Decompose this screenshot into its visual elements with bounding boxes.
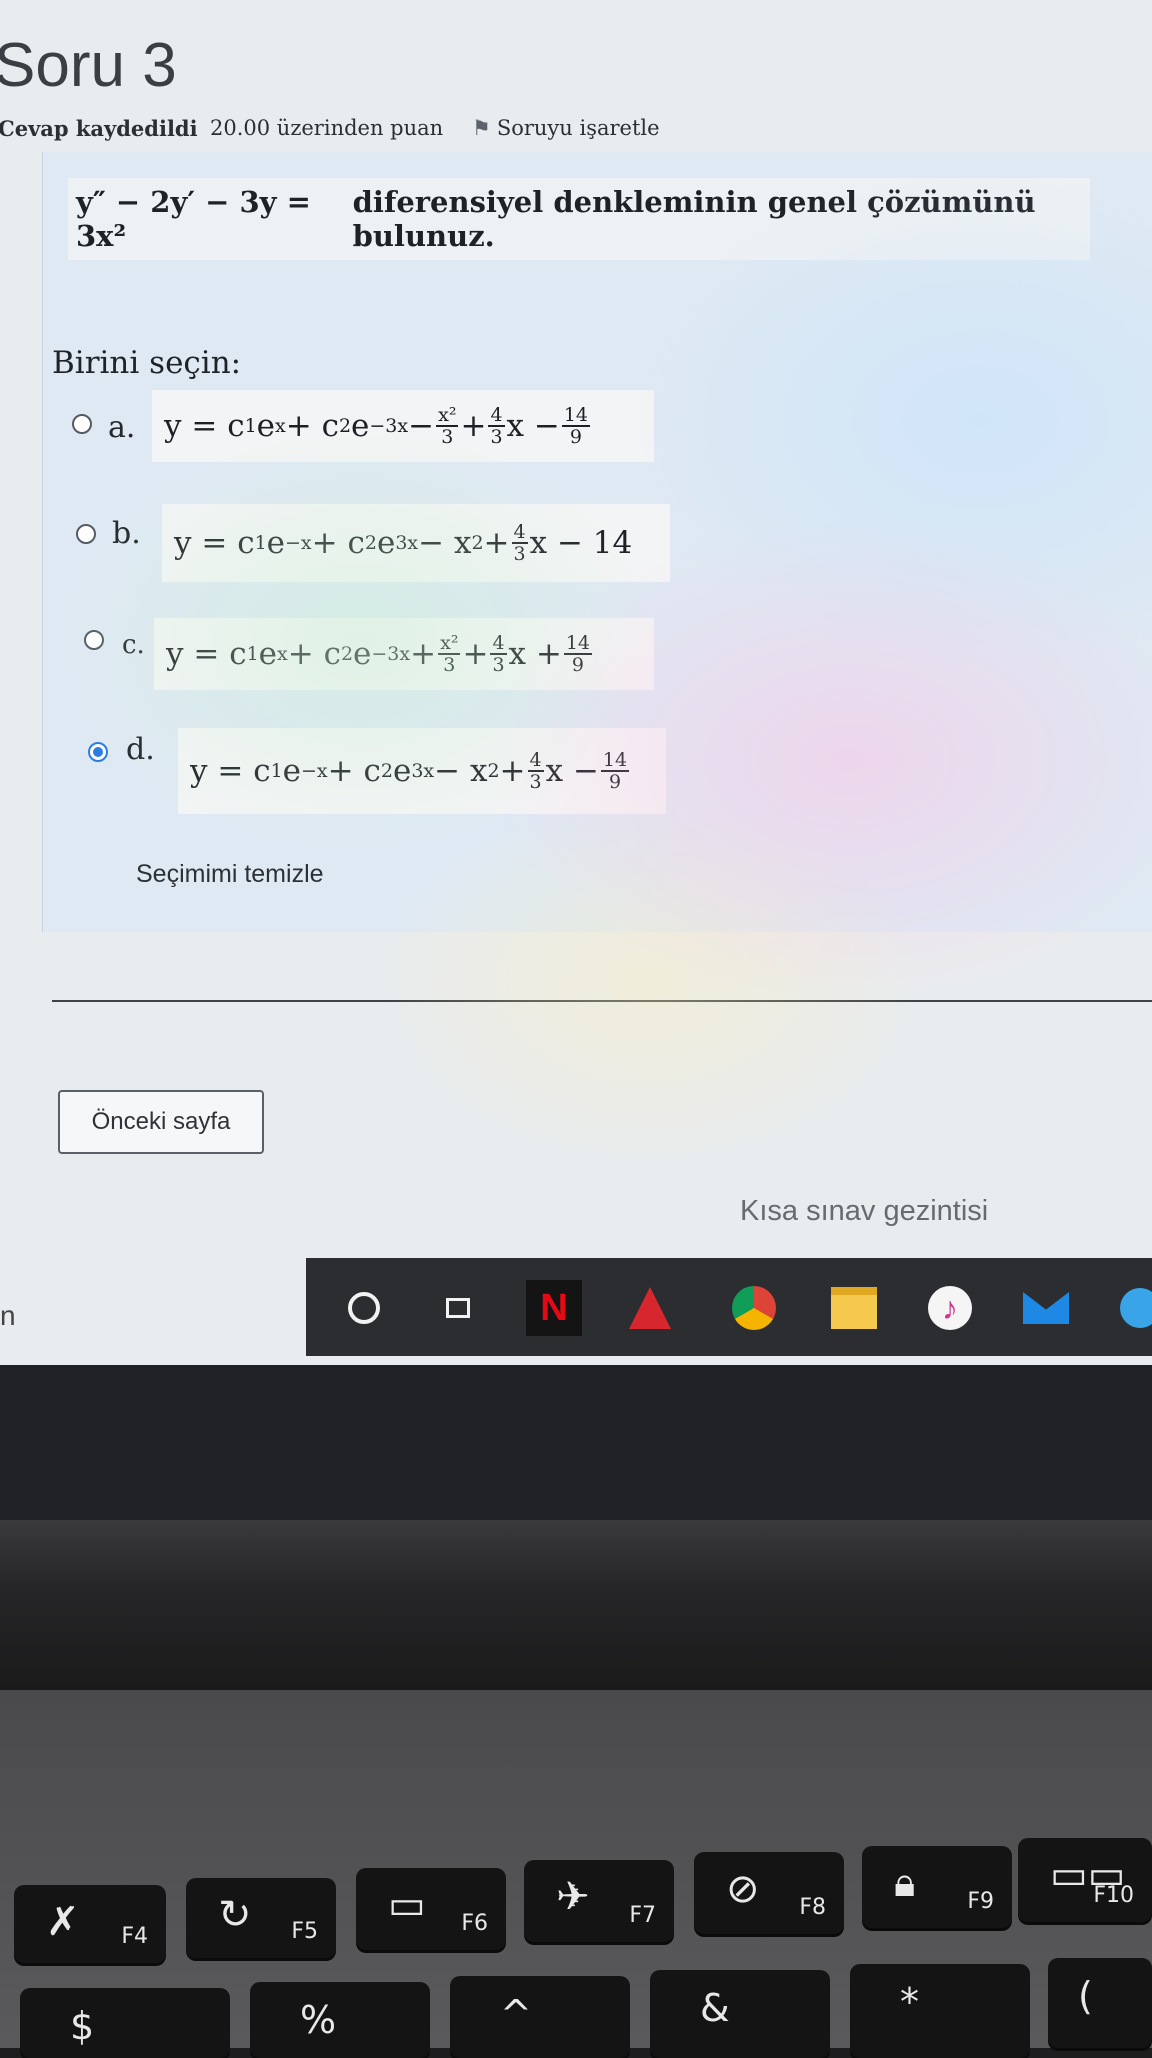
camera-off-icon: ⊘ xyxy=(726,1866,760,1912)
key-paren[interactable]: ( xyxy=(1048,1958,1152,2048)
laptop-bezel xyxy=(0,1365,1152,1540)
key-f6[interactable]: ▭ F6 xyxy=(356,1868,506,1950)
chrome-icon[interactable] xyxy=(726,1280,782,1336)
option-b-formula[interactable]: y = c 1 e −x + c 2 e 3x − x2 + 43x − 14 xyxy=(162,504,670,582)
key-asterisk[interactable]: * xyxy=(850,1964,1030,2058)
radio-option-d[interactable] xyxy=(88,742,108,762)
radio-option-a[interactable] xyxy=(72,414,92,434)
edge-icon[interactable] xyxy=(1112,1280,1152,1336)
cortana-icon[interactable] xyxy=(336,1280,392,1336)
answer-status: Cevap kaydedildi xyxy=(0,116,198,141)
clear-selection-link[interactable]: Seçimimi temizle xyxy=(136,860,324,889)
divider xyxy=(52,1000,1152,1002)
quiz-navigation-link[interactable]: Kısa sınav gezintisi xyxy=(740,1195,988,1228)
key-f4[interactable]: ✗ F4 xyxy=(14,1885,166,1963)
option-a-formula[interactable]: y = c1ex + c 2 e −3x − x² 3 + 43x − 14 9 xyxy=(152,390,654,462)
previous-page-button[interactable]: Önceki sayfa xyxy=(58,1090,264,1154)
file-explorer-icon[interactable] xyxy=(826,1280,882,1336)
task-view-icon[interactable] xyxy=(430,1280,486,1336)
option-d-formula[interactable]: y = c 1 e −x + c 2 e 3x − x2 + 43x − 14 9 xyxy=(178,728,666,814)
choice-prompt: Birini seçin: xyxy=(52,345,242,381)
mail-icon[interactable] xyxy=(1018,1280,1074,1336)
key-f8[interactable]: ⊘ F8 xyxy=(694,1852,844,1934)
question-equation: y″ − 2y′ − 3y = 3x² xyxy=(76,185,311,253)
mute-mic-icon: ✗ xyxy=(46,1899,80,1945)
option-letter-b: b. xyxy=(112,516,141,551)
question-title: Soru 3 xyxy=(0,31,177,100)
acrobat-icon[interactable] xyxy=(622,1280,678,1336)
key-f7[interactable]: ✈ F7 xyxy=(524,1860,674,1942)
netflix-icon[interactable] xyxy=(526,1280,582,1336)
option-c-formula[interactable]: y = c1ex + c 2 e −3x + x² 3 + 43x + 14 9 xyxy=(154,618,654,690)
key-ampersand[interactable]: & xyxy=(650,1970,830,2058)
points-label: 20.00 üzerinden puan xyxy=(210,116,444,140)
display-icon: ▭ xyxy=(388,1882,426,1928)
key-f5[interactable]: ↻ F5 xyxy=(186,1878,336,1958)
taskbar xyxy=(306,1258,1152,1356)
option-letter-d: d. xyxy=(126,732,155,767)
question-text: diferensiyel denkleminin genel çözümünü … xyxy=(352,185,1036,253)
question-text-box: y″ − 2y′ − 3y = 3x² diferensiyel denklem… xyxy=(68,178,1090,260)
key-f10[interactable]: ▭▭ F10 xyxy=(1018,1838,1152,1922)
radio-option-c[interactable] xyxy=(84,630,104,650)
radio-option-b[interactable] xyxy=(76,524,96,544)
option-letter-c: c. xyxy=(122,630,145,660)
refresh-icon: ↻ xyxy=(218,1892,252,1938)
key-percent[interactable]: % xyxy=(250,1982,430,2058)
key-f9[interactable]: 🔒︎ F9 xyxy=(862,1846,1012,1928)
flag-question-link[interactable]: ⚑ Soruyu işaretle xyxy=(472,116,660,140)
option-letter-a: a. xyxy=(108,410,136,445)
screen: Soru 3 Cevap kaydedildi 20.00 üzerinden … xyxy=(0,0,1152,1365)
laptop-hinge xyxy=(0,1520,1152,1690)
flag-question-label: Soruyu işaretle xyxy=(496,116,660,140)
lock-icon: 🔒︎ xyxy=(894,1860,916,1906)
flag-icon: ⚑ xyxy=(472,116,491,140)
key-caret[interactable]: ^ xyxy=(450,1976,630,2058)
left-edge-text: n xyxy=(0,1300,16,1331)
airplane-icon: ✈ xyxy=(556,1874,590,1920)
itunes-icon[interactable] xyxy=(922,1280,978,1336)
